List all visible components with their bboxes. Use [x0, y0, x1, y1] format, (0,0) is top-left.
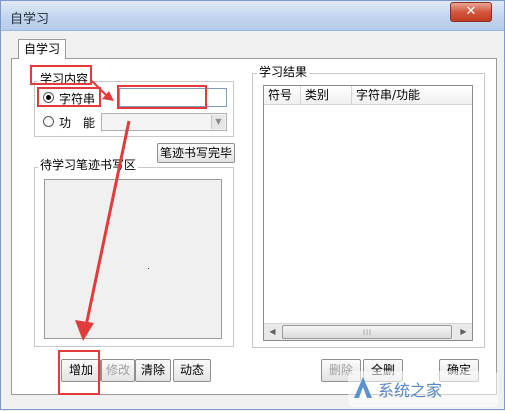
column-string-function[interactable]: 字符串/功能 [352, 86, 472, 104]
watermark-logo: 系统之家 [348, 371, 498, 407]
clear-button[interactable]: 清除 [135, 359, 171, 382]
learning-dialog: 自学习 ✕ 自学习 学习内容 字符串 功 能 ▼ 笔迹书写完毕 待学习笔迹书写区… [0, 0, 505, 410]
scroll-right-icon[interactable]: ▶ [455, 324, 472, 340]
function-radio[interactable] [43, 116, 54, 127]
annotation-box-learn-content [30, 65, 92, 85]
handwriting-canvas[interactable] [44, 179, 222, 339]
close-icon: ✕ [465, 4, 477, 19]
function-option-label[interactable]: 功 能 [59, 114, 95, 131]
scroll-left-icon[interactable]: ◀ [264, 324, 281, 340]
annotation-box-add-button [58, 350, 100, 395]
grip-icon: ||| [363, 329, 373, 336]
title-bar[interactable]: 自学习 ✕ [1, 1, 504, 31]
results-label: 学习结果 [257, 65, 310, 79]
results-table[interactable]: 符号 类别 字符串/功能 ◀ ||| ▶ [263, 85, 473, 341]
horizontal-scrollbar[interactable]: ◀ ||| ▶ [264, 323, 472, 340]
tab-self-learning[interactable]: 自学习 [18, 39, 66, 59]
chevron-down-icon[interactable]: ▼ [211, 115, 225, 129]
modify-button[interactable]: 修改 [101, 359, 135, 382]
results-table-header: 符号 类别 字符串/功能 [264, 86, 472, 105]
writing-area-label: 待学习笔迹书写区 [38, 158, 139, 172]
column-symbol[interactable]: 符号 [264, 86, 301, 104]
ink-dot [148, 268, 149, 269]
function-select[interactable]: ▼ [101, 113, 227, 131]
annotation-box-string-input [117, 85, 207, 109]
watermark-text: 系统之家 [378, 381, 442, 400]
close-button[interactable]: ✕ [450, 2, 492, 22]
scroll-thumb[interactable]: ||| [282, 325, 452, 339]
window-title: 自学习 [10, 12, 50, 27]
writing-done-button[interactable]: 笔迹书写完毕 [157, 143, 235, 163]
dynamic-button[interactable]: 动态 [173, 359, 211, 382]
annotation-box-string-radio [37, 87, 101, 107]
column-category[interactable]: 类别 [301, 86, 352, 104]
